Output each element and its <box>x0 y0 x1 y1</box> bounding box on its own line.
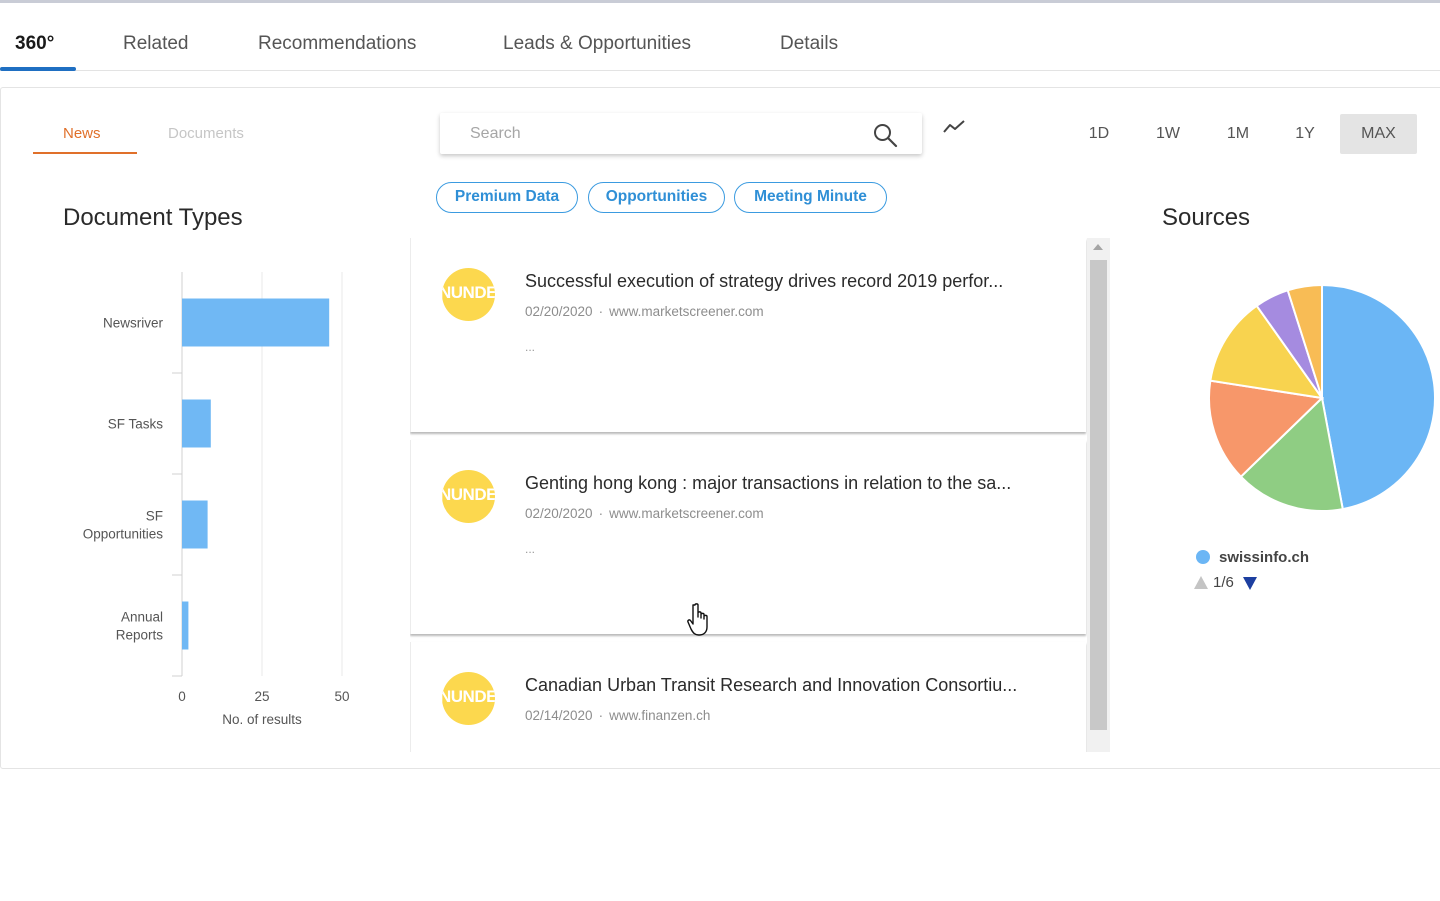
news-date: 02/14/2020 <box>525 708 593 723</box>
news-date: 02/20/2020 <box>525 304 593 319</box>
x-tick-label: 25 <box>254 689 269 704</box>
news-meta: 02/20/2020 · www.marketscreener.com <box>525 304 764 319</box>
news-title[interactable]: Canadian Urban Transit Research and Inno… <box>525 675 1065 696</box>
news-source: www.marketscreener.com <box>609 304 764 319</box>
sources-pie-chart <box>1208 283 1436 512</box>
source-avatar: NUNDE <box>442 672 495 725</box>
filter-opportunities[interactable]: Opportunities <box>588 182 725 213</box>
feed-scrollbar[interactable] <box>1087 238 1110 752</box>
news-snippet: ... <box>525 542 536 556</box>
bar <box>182 399 211 448</box>
news-item[interactable]: NUNDE Canadian Urban Transit Research an… <box>410 642 1086 752</box>
subtab-documents[interactable]: Documents <box>168 125 244 142</box>
main-tab-bar: 360° Related Recommendations Leads & Opp… <box>0 3 1440 71</box>
category-label: SF Opportunities <box>83 509 164 542</box>
news-item[interactable]: NUNDE Successful execution of strategy d… <box>410 238 1086 432</box>
hand-cursor-icon <box>687 603 708 636</box>
source-avatar: NUNDE <box>442 268 495 321</box>
legend-label[interactable]: swissinfo.ch <box>1219 549 1309 566</box>
pie-slice <box>1321 283 1436 511</box>
news-source: www.marketscreener.com <box>609 506 764 521</box>
news-source: www.finanzen.ch <box>609 708 711 723</box>
news-date: 02/20/2020 <box>525 506 593 521</box>
range-1d[interactable]: 1D <box>1078 114 1120 154</box>
trend-chart-icon[interactable] <box>942 118 968 138</box>
x-tick-label: 50 <box>334 689 349 704</box>
search-box <box>440 113 922 154</box>
range-1w[interactable]: 1W <box>1146 114 1190 154</box>
category-label: SF Tasks <box>108 417 164 432</box>
bar <box>182 601 189 650</box>
category-label: Newsriver <box>103 316 164 331</box>
document-types-title: Document Types <box>63 204 243 231</box>
range-1m[interactable]: 1M <box>1216 114 1260 154</box>
subtab-indicator <box>33 152 137 154</box>
category-label: Annual Reports <box>116 610 164 643</box>
bar <box>182 298 330 347</box>
source-avatar: NUNDE <box>442 470 495 523</box>
subtab-news[interactable]: News <box>63 125 101 142</box>
news-meta: 02/14/2020 · www.finanzen.ch <box>525 708 711 723</box>
search-input[interactable] <box>470 123 860 145</box>
legend-next-icon[interactable] <box>1243 577 1257 590</box>
news-feed: NUNDE Successful execution of strategy d… <box>410 238 1110 752</box>
tab-leads-opportunities[interactable]: Leads & Opportunities <box>503 33 691 55</box>
tab-recommendations[interactable]: Recommendations <box>258 33 416 55</box>
range-max[interactable]: MAX <box>1340 114 1417 154</box>
scroll-thumb[interactable] <box>1090 260 1107 730</box>
news-meta: 02/20/2020 · www.marketscreener.com <box>525 506 764 521</box>
news-snippet: ... <box>525 340 536 354</box>
search-icon[interactable] <box>872 122 898 148</box>
x-tick-label: 0 <box>178 689 186 704</box>
tab-360[interactable]: 360° <box>15 33 54 55</box>
range-1y[interactable]: 1Y <box>1285 114 1325 154</box>
news-item[interactable]: NUNDE Genting hong kong : major transact… <box>410 440 1086 634</box>
news-title[interactable]: Successful execution of strategy drives … <box>525 271 1065 292</box>
legend-swatch <box>1196 550 1210 564</box>
news-title[interactable]: Genting hong kong : major transactions i… <box>525 473 1065 494</box>
tab-details[interactable]: Details <box>780 33 838 55</box>
filter-meeting-minute[interactable]: Meeting Minute <box>734 182 887 213</box>
sources-title: Sources <box>1162 204 1251 231</box>
legend-pager: 1/6 <box>1213 574 1234 591</box>
scroll-up-arrow-icon[interactable] <box>1093 244 1103 250</box>
filter-premium-data[interactable]: Premium Data <box>436 182 578 213</box>
bar <box>182 500 208 549</box>
x-axis-label: No. of results <box>222 712 302 727</box>
active-tab-indicator <box>0 67 76 71</box>
tab-related[interactable]: Related <box>123 33 189 55</box>
legend-prev-icon[interactable] <box>1194 576 1208 589</box>
document-types-bar-chart: Newsriver SF Tasks SF Opportunities Annual Re… <box>83 272 350 727</box>
